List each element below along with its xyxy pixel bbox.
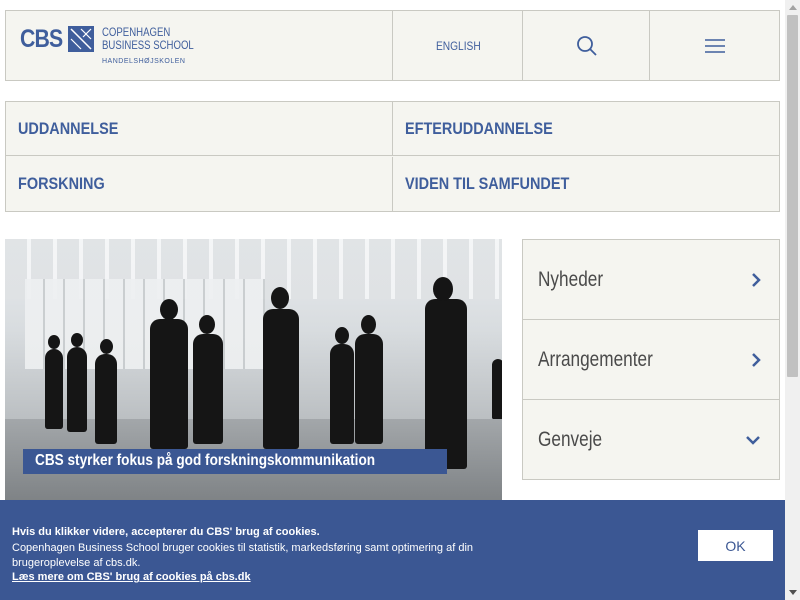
language-label: ENGLISH bbox=[435, 38, 481, 53]
silhouette-head bbox=[361, 315, 376, 334]
side-item-label: Arrangementer bbox=[538, 347, 653, 371]
hero-caption-text: CBS styrker fokus på god forskningskommu… bbox=[35, 452, 376, 469]
silhouette-head bbox=[71, 333, 83, 347]
main-navigation: UDDANNELSE EFTERUDDANNELSE FORSKNING VID… bbox=[5, 101, 780, 212]
chevron-right-icon bbox=[752, 352, 761, 367]
nav-item-label: EFTERUDDANNELSE bbox=[405, 118, 553, 138]
scroll-up-arrow-icon[interactable] bbox=[785, 0, 800, 15]
nav-item-efteruddannelse[interactable]: EFTERUDDANNELSE bbox=[393, 102, 779, 156]
cbs-logo[interactable]: CBS COPENHAGEN BUSINESS SCHOOL HANDELSHØ… bbox=[20, 25, 200, 67]
hamburger-menu-icon bbox=[705, 38, 725, 53]
side-item-label: Nyheder bbox=[538, 267, 604, 291]
side-item-genveje[interactable]: Genveje bbox=[523, 400, 779, 479]
logo-abbrev: CBS bbox=[20, 25, 63, 53]
scroll-down-arrow-icon[interactable] bbox=[785, 585, 800, 600]
hero-caption[interactable]: CBS styrker fokus på god forskningskommu… bbox=[23, 449, 448, 474]
silhouette bbox=[150, 319, 188, 449]
silhouette-head bbox=[433, 277, 453, 301]
site-header: CBS COPENHAGEN BUSINESS SCHOOL HANDELSHØ… bbox=[5, 10, 780, 81]
silhouette bbox=[67, 347, 87, 432]
side-list: Nyheder Arrangementer Genveje bbox=[522, 239, 780, 480]
silhouette bbox=[492, 359, 502, 419]
cookie-info-link[interactable]: Læs mere om CBS' brug af cookies på cbs.… bbox=[12, 571, 251, 583]
silhouette-head bbox=[160, 299, 178, 320]
side-item-label: Genveje bbox=[538, 427, 603, 451]
hero-image[interactable]: CBS styrker fokus på god forskningskommu… bbox=[5, 239, 502, 500]
language-switch-link[interactable]: ENGLISH bbox=[392, 11, 523, 80]
chevron-down-icon bbox=[746, 435, 760, 445]
silhouette bbox=[425, 299, 467, 469]
nav-item-label: VIDEN TIL SAMFUNDET bbox=[405, 174, 570, 193]
silhouette bbox=[193, 334, 223, 444]
page: CBS COPENHAGEN BUSINESS SCHOOL HANDELSHØ… bbox=[0, 0, 785, 600]
vertical-scrollbar[interactable] bbox=[785, 0, 800, 600]
logo-line-3: HANDELSHØJSKOLEN bbox=[102, 58, 186, 65]
search-icon bbox=[576, 35, 597, 56]
search-button[interactable] bbox=[522, 11, 650, 80]
nav-item-label: FORSKNING bbox=[18, 174, 105, 193]
cookie-body: Copenhagen Business School bruger cookie… bbox=[12, 542, 474, 569]
side-item-arrangementer[interactable]: Arrangementer bbox=[523, 320, 779, 400]
scrollbar-thumb[interactable] bbox=[787, 15, 798, 377]
cookie-ok-button[interactable]: OK bbox=[698, 530, 773, 561]
nav-item-forskning[interactable]: FORSKNING bbox=[6, 157, 393, 211]
cookie-banner: Hvis du klikker videre, accepterer du CB… bbox=[0, 500, 785, 600]
silhouette-head bbox=[48, 335, 60, 349]
logo-mark-icon bbox=[68, 26, 94, 52]
menu-button[interactable] bbox=[649, 11, 780, 80]
side-item-nyheder[interactable]: Nyheder bbox=[523, 240, 779, 320]
logo-line-1: COPENHAGEN bbox=[102, 25, 171, 39]
logo-line-2: BUSINESS SCHOOL bbox=[102, 38, 194, 52]
silhouette bbox=[263, 309, 299, 449]
nav-item-label: UDDANNELSE bbox=[18, 118, 119, 138]
nav-item-uddannelse[interactable]: UDDANNELSE bbox=[6, 102, 393, 156]
silhouette-head bbox=[271, 287, 289, 309]
silhouette bbox=[355, 334, 383, 444]
chevron-right-icon bbox=[752, 272, 761, 287]
silhouette bbox=[330, 344, 354, 444]
silhouette bbox=[95, 354, 117, 444]
silhouette-head bbox=[335, 327, 349, 344]
silhouette bbox=[45, 349, 63, 429]
cookie-title: Hvis du klikker videre, accepterer du CB… bbox=[12, 526, 320, 538]
silhouette-head bbox=[199, 315, 215, 334]
nav-item-viden-til-samfundet[interactable]: VIDEN TIL SAMFUNDET bbox=[393, 157, 779, 211]
silhouette-head bbox=[100, 339, 113, 354]
